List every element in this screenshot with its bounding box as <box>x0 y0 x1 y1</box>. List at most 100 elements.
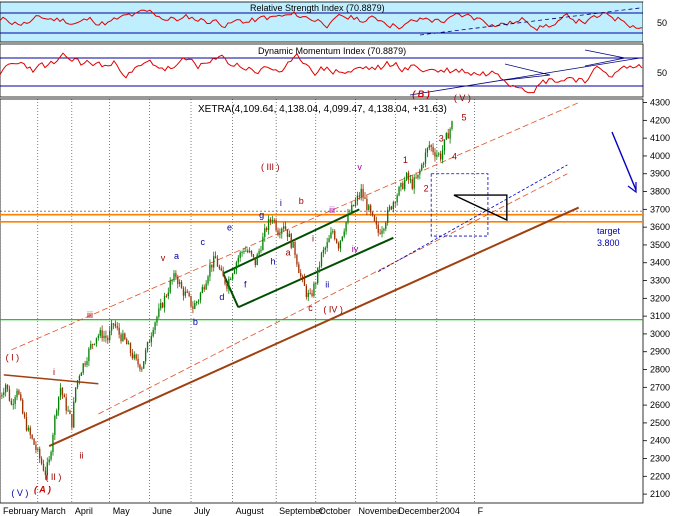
y-tick-label: 2600 <box>650 400 670 410</box>
candle-body <box>209 264 211 277</box>
candle-body <box>315 283 317 285</box>
wave-label: a <box>286 248 291 258</box>
candle-body <box>364 197 366 199</box>
candle-body <box>400 182 402 187</box>
candle-body <box>305 285 308 297</box>
candle-body <box>16 390 18 398</box>
candle-body <box>356 195 359 201</box>
candle-body <box>241 251 243 253</box>
candle-body <box>22 399 24 414</box>
candle-body <box>201 287 204 293</box>
candle-body <box>29 427 31 435</box>
candle-body <box>228 278 230 289</box>
candle-body <box>309 292 311 294</box>
candle-body <box>222 270 224 277</box>
candle-body <box>39 448 41 459</box>
wave-label: 4 <box>452 152 457 162</box>
candle-body <box>247 250 249 253</box>
candle-body <box>88 348 90 362</box>
candle-body <box>415 177 417 179</box>
candle-body <box>124 333 126 340</box>
wave-label: 2 <box>424 184 429 194</box>
candle-body <box>252 254 255 258</box>
candle-body <box>334 231 336 240</box>
candle-body <box>300 273 302 277</box>
candle-body <box>194 303 196 309</box>
candle-body <box>93 343 96 345</box>
candle-body <box>69 410 71 415</box>
candle-body <box>205 283 207 290</box>
month-label: F <box>478 506 484 516</box>
wave-label: v <box>357 162 362 172</box>
candle-body <box>358 195 360 197</box>
candle-body <box>213 256 215 268</box>
wave-label: v <box>161 253 166 263</box>
candle-body <box>226 283 228 289</box>
candle-body <box>54 415 56 435</box>
candle-body <box>92 344 94 346</box>
month-label: September <box>279 506 323 516</box>
candle-body <box>152 330 154 337</box>
candle-body <box>95 337 98 344</box>
candle-body <box>182 288 185 296</box>
candle-body <box>307 292 309 297</box>
candle-body <box>220 268 222 271</box>
candle-body <box>426 147 429 153</box>
candle-body <box>243 251 245 253</box>
candle-body <box>5 384 7 393</box>
candle-body <box>126 339 128 345</box>
candle-body <box>23 413 26 418</box>
candle-body <box>404 180 406 190</box>
candle-body <box>56 410 58 416</box>
candle-body <box>6 384 9 390</box>
candle-body <box>379 232 381 234</box>
candle-body <box>405 172 408 181</box>
y-tick-label: 2700 <box>650 382 670 392</box>
target-value: 3.800 <box>597 238 620 248</box>
candle-body <box>413 177 415 189</box>
candle-body <box>345 222 347 232</box>
y-tick-label: 3000 <box>650 329 670 339</box>
candle-body <box>131 352 134 359</box>
candle-body <box>313 283 315 296</box>
wave-label: ii <box>79 451 83 461</box>
candle-body <box>118 327 120 335</box>
candle-body <box>301 276 304 278</box>
wave-label: c <box>200 237 205 247</box>
candle-body <box>273 219 275 221</box>
rsi-title: Relative Strength Index (70.8879) <box>250 3 385 13</box>
candle-body <box>281 228 283 234</box>
candle-body <box>8 389 11 401</box>
candle-body <box>86 361 88 365</box>
candle-body <box>137 358 139 365</box>
candle-body <box>135 354 137 359</box>
candle-body <box>180 282 183 289</box>
wave-label: g <box>259 210 264 220</box>
candle-body <box>360 188 362 197</box>
candle-body <box>78 375 81 381</box>
candle-body <box>419 170 421 175</box>
y-tick-label: 3200 <box>650 293 670 303</box>
candle-body <box>271 219 273 221</box>
candle-body <box>67 410 69 412</box>
y-tick-label: 2900 <box>650 347 670 357</box>
candle-body <box>233 269 236 274</box>
candle-body <box>375 220 378 225</box>
candle-body <box>143 361 145 369</box>
candle-body <box>14 397 16 404</box>
candle-body <box>239 252 241 258</box>
candle-body <box>407 172 410 180</box>
candle-body <box>352 204 355 206</box>
candle-body <box>173 273 175 281</box>
candle-body <box>438 153 440 155</box>
candle-body <box>370 205 372 213</box>
candle-body <box>409 179 412 181</box>
candle-body <box>50 452 52 460</box>
candle-body <box>396 195 398 203</box>
wave-label: h <box>270 257 275 267</box>
candle-body <box>154 322 156 331</box>
candle-body <box>84 363 86 365</box>
candle-body <box>387 209 389 223</box>
candle-body <box>332 231 334 233</box>
candle-body <box>296 254 298 265</box>
